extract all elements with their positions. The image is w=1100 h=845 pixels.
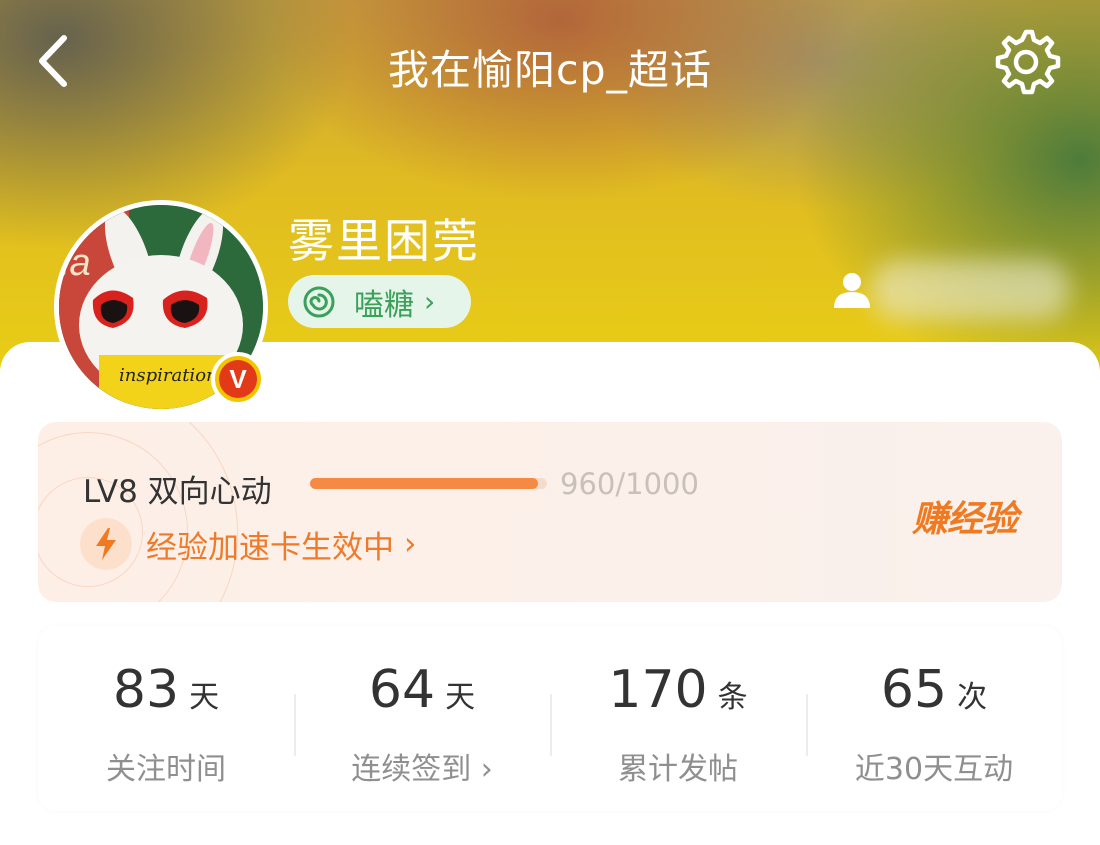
stat-value: 65 [880, 660, 948, 720]
lollipop-icon [303, 286, 335, 317]
top-bar: 我在愉阳cp_超话 [0, 0, 1100, 120]
stat-label: 连续签到 › [351, 752, 493, 787]
stat-checkin[interactable]: 64 天 连续签到 › [294, 626, 550, 811]
gear-icon [995, 29, 1061, 95]
next-card-edge [38, 830, 1062, 845]
stat-value: 83 [112, 660, 180, 720]
stat-value: 64 [368, 660, 436, 720]
stat-unit: 天 [445, 680, 476, 715]
stat-label: 近30天互动 [854, 752, 1014, 787]
stat-unit: 次 [957, 680, 988, 715]
level-card: LV8 双向心动 960/1000 经验加速卡生效中 › 赚经验 [38, 422, 1062, 602]
chevron-right-icon: › [424, 285, 436, 318]
stat-value: 170 [608, 660, 708, 720]
stat-unit: 条 [717, 680, 748, 715]
stat-unit: 天 [189, 680, 220, 715]
level-progress-text: 960/1000 [560, 467, 699, 501]
user-name: 雾里困莞 [288, 214, 480, 268]
stat-label: 累计发帖 [618, 752, 738, 787]
person-icon [834, 273, 870, 308]
level-progress-fill [310, 478, 538, 489]
stats-panel: 83 天 关注时间 64 天 连续签到 › 170 条 累计发帖 65 次 近30天互动 [38, 626, 1062, 811]
boost-text: 经验加速卡生效中 [146, 529, 394, 566]
svg-text:ia: ia [61, 242, 91, 284]
stat-follow-time: 83 天 关注时间 [38, 626, 294, 811]
boost-card-link[interactable]: 经验加速卡生效中 › [80, 518, 416, 570]
earn-exp-button[interactable]: 赚经验 [912, 490, 1018, 542]
stat-label: 关注时间 [106, 752, 226, 787]
stat-posts: 170 条 累计发帖 [550, 626, 806, 811]
stat-interactions: 65 次 近30天互动 [806, 626, 1062, 811]
settings-button[interactable] [990, 26, 1062, 98]
blurred-username [870, 260, 1070, 320]
level-label: LV8 双向心动 [83, 474, 272, 510]
tag-pill-button[interactable]: 嗑糖 › [288, 275, 471, 328]
verified-badge: V [211, 352, 265, 406]
avatar[interactable]: inspiration. ia V [54, 200, 268, 414]
bolt-icon [80, 518, 132, 570]
chevron-right-icon: › [404, 526, 417, 562]
page-title: 我在愉阳cp_超话 [387, 46, 713, 94]
tag-label: 嗑糖 [354, 287, 414, 323]
avatar-text: inspiration. [119, 365, 223, 386]
level-progress-bar [310, 478, 547, 489]
